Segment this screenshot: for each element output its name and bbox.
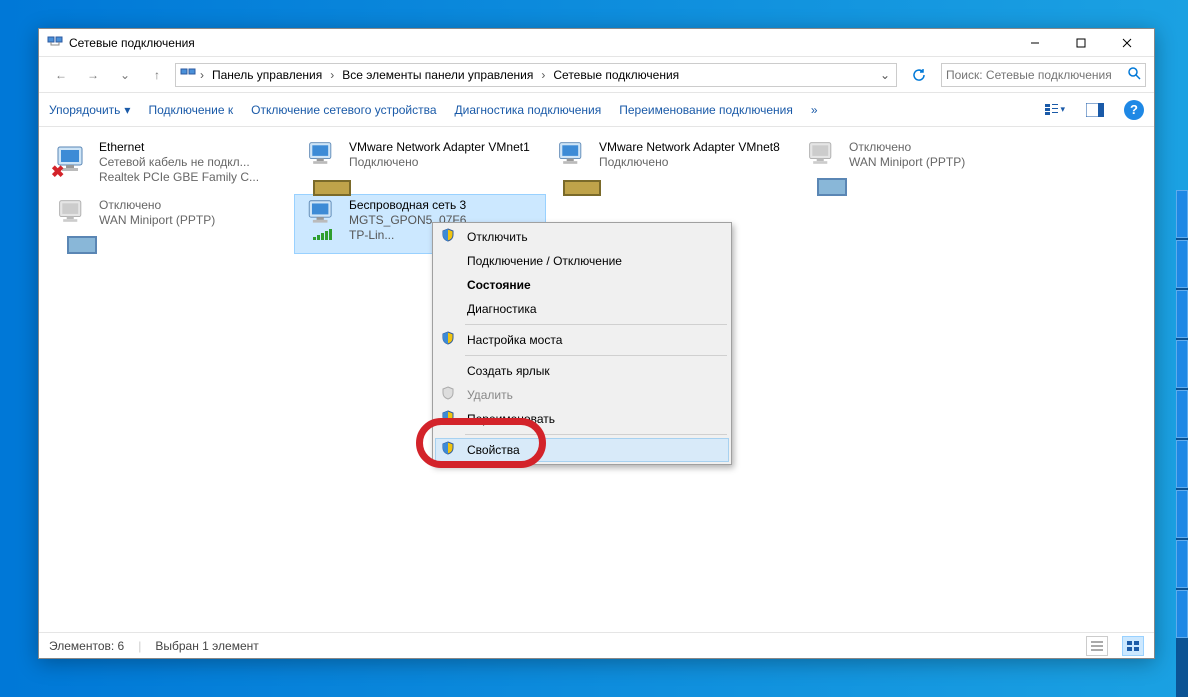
forward-button[interactable]: → xyxy=(79,61,107,89)
diagnose-button[interactable]: Диагностика подключения xyxy=(455,103,602,117)
ctx-diagnose[interactable]: Диагностика xyxy=(435,297,729,321)
network-adapter-icon: ✖ xyxy=(51,140,93,182)
connection-item-wan-miniport-2[interactable]: Отключено WAN Miniport (PPTP) xyxy=(795,137,1045,195)
network-connections-icon xyxy=(47,35,63,51)
wifi-signal-icon xyxy=(313,229,332,240)
ctx-properties[interactable]: Свойства xyxy=(435,438,729,462)
ctx-status[interactable]: Состояние xyxy=(435,273,729,297)
minimize-button[interactable] xyxy=(1012,29,1058,57)
chevron-right-icon: › xyxy=(539,68,547,82)
breadcrumb[interactable]: › Панель управления › Все элементы панел… xyxy=(175,63,897,87)
connection-status: Отключено xyxy=(99,198,215,213)
ctx-toggle-label: Подключение / Отключение xyxy=(467,254,721,268)
connection-adapter: Realtek PCIe GBE Family C... xyxy=(99,170,259,185)
ctx-diagnose-label: Диагностика xyxy=(467,302,721,316)
ctx-shortcut-label: Создать ярлык xyxy=(467,364,721,378)
recent-dropdown[interactable]: ⌄ xyxy=(111,61,139,89)
breadcrumb-mid[interactable]: Все элементы панели управления xyxy=(338,66,537,84)
shield-icon xyxy=(441,228,459,246)
shield-icon xyxy=(441,331,459,349)
connection-item-vmnet1[interactable]: VMware Network Adapter VMnet1 Подключено xyxy=(295,137,545,195)
breadcrumb-leaf[interactable]: Сетевые подключения xyxy=(549,66,683,84)
ctx-connect-disconnect[interactable]: Подключение / Отключение xyxy=(435,249,729,273)
ctx-separator xyxy=(465,355,727,356)
navbar: ← → ⌄ ↑ › Панель управления › Все элемен… xyxy=(39,57,1154,93)
organize-label: Упорядочить xyxy=(49,103,120,117)
back-button[interactable]: ← xyxy=(47,61,75,89)
titlebar: Сетевые подключения xyxy=(39,29,1154,57)
ctx-bridge-label: Настройка моста xyxy=(467,333,721,347)
toolbar-overflow[interactable]: » xyxy=(811,103,818,117)
rename-connection-button[interactable]: Переименование подключения xyxy=(619,103,793,117)
toolbar: Упорядочить ▾ Подключение к Отключение с… xyxy=(39,93,1154,127)
ethernet-port-icon xyxy=(562,170,582,182)
connection-name: VMware Network Adapter VMnet1 xyxy=(349,140,530,155)
shield-icon xyxy=(441,410,459,428)
chevron-down-icon: ▾ xyxy=(1060,104,1065,115)
ctx-rename-label: Переименовать xyxy=(467,412,721,426)
breadcrumb-dropdown[interactable]: ⌄ xyxy=(878,68,892,82)
chevron-down-icon: ▾ xyxy=(124,103,130,117)
context-menu: Отключить Подключение / Отключение Состо… xyxy=(432,222,732,465)
connection-item-vmnet8[interactable]: VMware Network Adapter VMnet8 Подключено xyxy=(545,137,795,195)
connection-name: Беспроводная сеть 3 xyxy=(349,198,466,213)
network-adapter-disabled-icon xyxy=(801,140,843,182)
tiles-view-button[interactable] xyxy=(1122,636,1144,656)
organize-menu[interactable]: Упорядочить ▾ xyxy=(49,103,130,117)
connection-status: Подключено xyxy=(599,155,780,170)
preview-pane-button[interactable] xyxy=(1084,99,1106,121)
refresh-button[interactable] xyxy=(905,63,933,87)
network-adapter-icon xyxy=(551,140,593,182)
connection-name: VMware Network Adapter VMnet8 xyxy=(599,140,780,155)
window-title: Сетевые подключения xyxy=(69,36,1012,50)
network-connections-icon xyxy=(180,67,196,83)
ctx-separator xyxy=(465,434,727,435)
connection-status: Подключено xyxy=(349,155,530,170)
breadcrumb-root[interactable]: Панель управления xyxy=(208,66,326,84)
ctx-separator xyxy=(465,324,727,325)
search-box[interactable] xyxy=(941,63,1146,87)
connection-name: Ethernet xyxy=(99,140,259,155)
connection-status: Сетевой кабель не подкл... xyxy=(99,155,259,170)
ctx-disable[interactable]: Отключить xyxy=(435,225,729,249)
ctx-bridge[interactable]: Настройка моста xyxy=(435,328,729,352)
ctx-create-shortcut[interactable]: Создать ярлык xyxy=(435,359,729,383)
chevron-right-icon: › xyxy=(328,68,336,82)
network-adapter-disabled-icon xyxy=(51,198,93,240)
network-adapter-icon xyxy=(301,140,343,182)
up-button[interactable]: ↑ xyxy=(143,61,171,89)
x-icon: ✖ xyxy=(51,162,64,182)
connection-adapter: WAN Miniport (PPTP) xyxy=(849,155,965,170)
shield-icon xyxy=(441,441,459,459)
status-selection: Выбран 1 элемент xyxy=(155,639,258,653)
close-button[interactable] xyxy=(1104,29,1150,57)
connection-item-ethernet[interactable]: ✖ Ethernet Сетевой кабель не подкл... Re… xyxy=(45,137,295,195)
ctx-delete-label: Удалить xyxy=(467,388,721,402)
status-item-count: Элементов: 6 xyxy=(49,639,124,653)
connection-adapter: WAN Miniport (PPTP) xyxy=(99,213,215,228)
connection-status: Отключено xyxy=(849,140,965,155)
search-input[interactable] xyxy=(946,68,1127,82)
disable-device-button[interactable]: Отключение сетевого устройства xyxy=(251,103,436,117)
ethernet-port-icon xyxy=(312,170,332,182)
taskbar-edge xyxy=(1176,190,1188,697)
shield-icon xyxy=(441,386,459,404)
details-view-button[interactable] xyxy=(1086,636,1108,656)
help-button[interactable]: ? xyxy=(1124,100,1144,120)
modem-icon xyxy=(812,170,832,182)
status-bar: Элементов: 6 | Выбран 1 элемент xyxy=(39,632,1154,658)
ctx-status-label: Состояние xyxy=(467,278,721,292)
ctx-properties-label: Свойства xyxy=(467,443,721,457)
chevron-right-icon: › xyxy=(198,68,206,82)
maximize-button[interactable] xyxy=(1058,29,1104,57)
network-adapter-icon xyxy=(301,198,343,240)
ctx-disable-label: Отключить xyxy=(467,230,721,244)
connection-item-wan-miniport-1[interactable]: Отключено WAN Miniport (PPTP) xyxy=(45,195,295,253)
search-icon[interactable] xyxy=(1127,66,1141,83)
ctx-rename[interactable]: Переименовать xyxy=(435,407,729,431)
connect-to-button[interactable]: Подключение к xyxy=(148,103,233,117)
modem-icon xyxy=(62,228,82,240)
view-options-button[interactable]: ▾ xyxy=(1044,99,1066,121)
ctx-delete: Удалить xyxy=(435,383,729,407)
